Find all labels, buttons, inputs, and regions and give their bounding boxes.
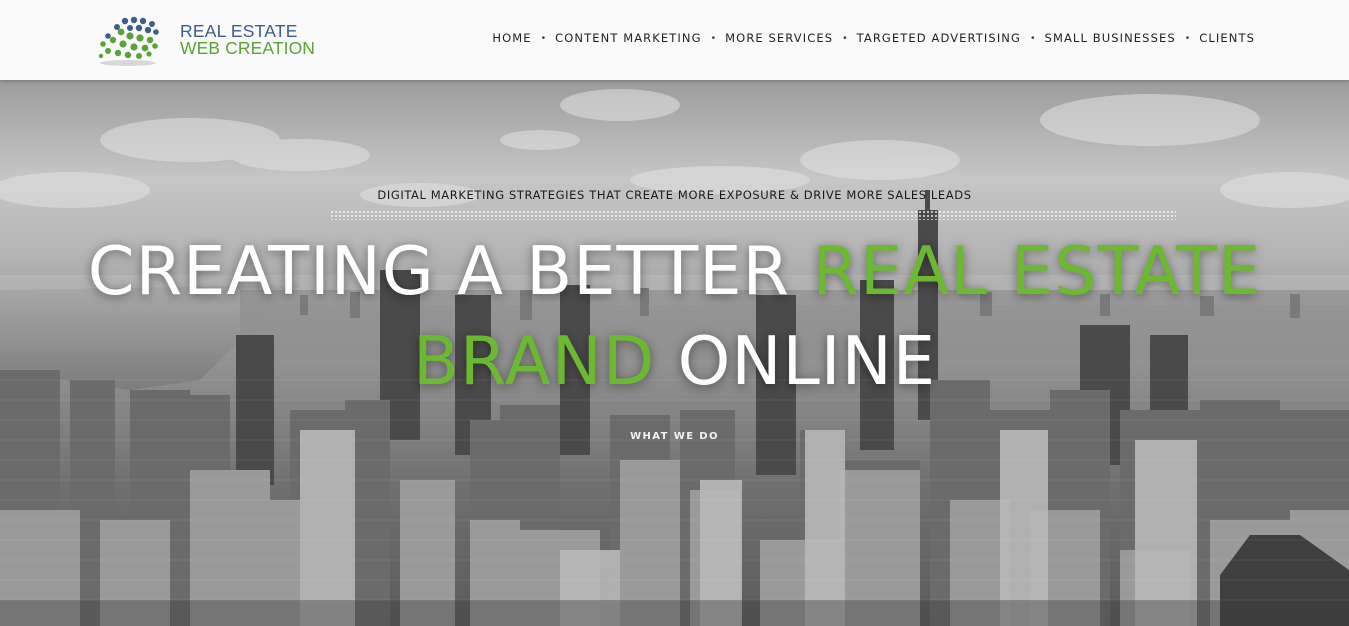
- nav-item-small-businesses[interactable]: SMALL BUSINESSES: [1045, 31, 1176, 45]
- nav-item-clients[interactable]: CLIENTS: [1199, 31, 1255, 45]
- hero-tagline: DIGITAL MARKETING STRATEGIES THAT CREATE…: [377, 188, 972, 202]
- logo-line-2: WEB CREATION: [180, 38, 316, 58]
- nav-item-targeted-advertising[interactable]: TARGETED ADVERTISING: [857, 31, 1021, 45]
- tagline-divider: [330, 210, 1176, 220]
- nav-separator: •: [1031, 32, 1035, 44]
- headline-part-1: CREATING A BETTER: [87, 232, 813, 310]
- logo-text: REAL ESTATE WEB CREATION: [180, 22, 316, 58]
- what-we-do-link[interactable]: WHAT WE DO: [0, 431, 1349, 442]
- nav-separator: •: [1185, 32, 1190, 44]
- headline-part-3: ONLINE: [655, 322, 937, 400]
- hero-section: DIGITAL MARKETING STRATEGIES THAT CREATE…: [0, 80, 1349, 626]
- nav-separator: •: [843, 32, 847, 44]
- nav-separator: •: [541, 32, 546, 44]
- dotted-globe-logo-icon: [98, 16, 159, 66]
- hero-headline: CREATING A BETTER REAL ESTATE BRAND ONLI…: [0, 226, 1349, 406]
- nav-item-home[interactable]: HOME: [492, 31, 531, 45]
- nav-item-more-services[interactable]: MORE SERVICES: [725, 31, 833, 45]
- site-header: REAL ESTATE WEB CREATION HOME • CONTENT …: [0, 0, 1349, 80]
- main-nav: HOME • CONTENT MARKETING • MORE SERVICES…: [492, 31, 1255, 45]
- site-logo[interactable]: REAL ESTATE WEB CREATION: [95, 14, 325, 68]
- nav-item-content-marketing[interactable]: CONTENT MARKETING: [555, 31, 701, 45]
- nav-separator: •: [711, 32, 716, 44]
